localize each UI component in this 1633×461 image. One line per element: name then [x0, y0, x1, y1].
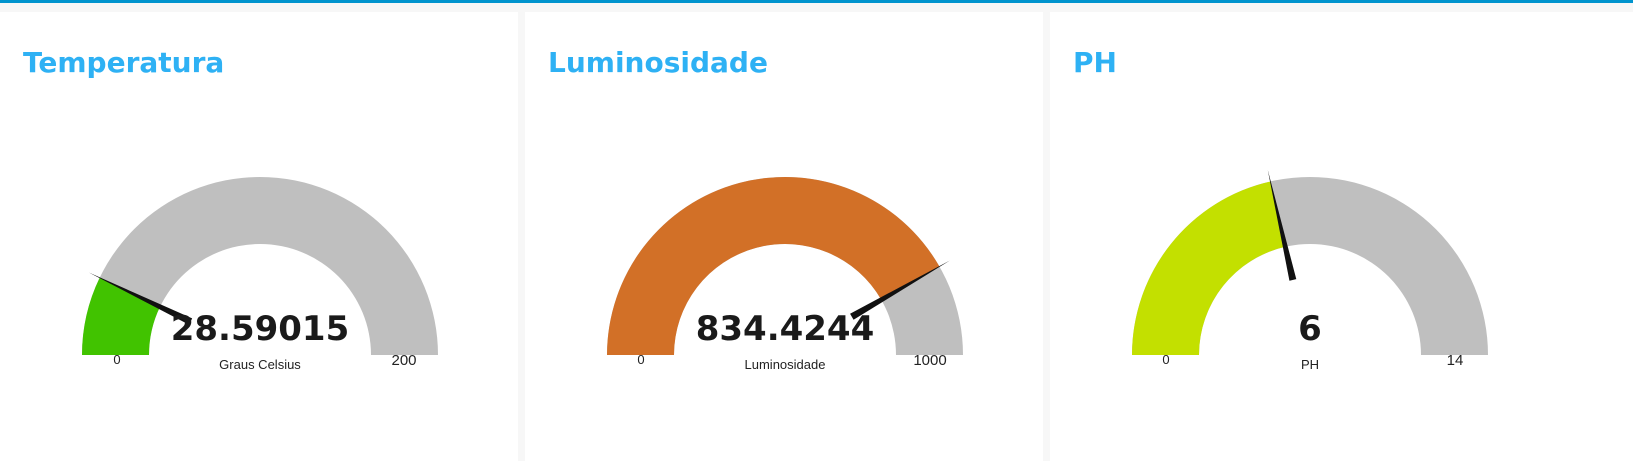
gauge-max-label: 14 [1447, 352, 1464, 369]
gauge-max-label: 1000 [913, 352, 946, 369]
gauge-card-ph: PH 6 PH 0 14 [1050, 12, 1633, 461]
gauge-value: 6 [1298, 309, 1322, 349]
gauge-chart: 834.4244 Luminosidade 0 1000 [607, 176, 963, 372]
gauge-card-temperatura: Temperatura 28.59015 Graus Celsius 0 200 [0, 12, 518, 461]
gauge-min-label: 0 [1162, 352, 1169, 367]
gauge-unit-label: Luminosidade [745, 357, 826, 372]
gauge-min-label: 0 [113, 352, 120, 367]
gauge-chart: 6 PH 0 14 [1132, 169, 1488, 372]
gauge-value: 834.4244 [696, 309, 875, 349]
gauge-max-label: 200 [391, 352, 416, 369]
gauge-value: 28.59015 [171, 309, 350, 349]
top-accent-bar [0, 0, 1633, 3]
gauge-unit-label: PH [1301, 357, 1319, 372]
gauge-min-label: 0 [637, 352, 644, 367]
gauge-fill [1132, 181, 1286, 355]
gauge-unit-label: Graus Celsius [219, 357, 301, 372]
gauge-chart: 28.59015 Graus Celsius 0 200 [81, 177, 438, 372]
gauge-card-luminosidade: Luminosidade 834.4244 Luminosidade 0 100… [525, 12, 1043, 461]
